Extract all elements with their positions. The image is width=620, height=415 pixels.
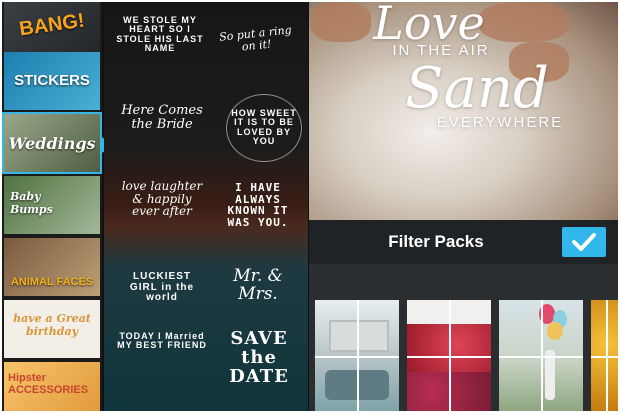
overlay-item[interactable]: TODAY I Married MY BEST FRIEND: [116, 331, 208, 351]
photo-preview: Love IN THE AIR Sand EVERYWHERE: [309, 2, 618, 220]
overlay-item[interactable]: SAVE the DATE: [226, 329, 292, 387]
app-frame: BANG! STICKERS Weddings Baby Bumps ANIMA…: [2, 2, 618, 411]
grid-overlay-icon: [499, 300, 583, 411]
filter-thumb-balloons[interactable]: [499, 300, 583, 411]
overlay-item[interactable]: Mr. & Mrs.: [220, 267, 296, 304]
category-stickers[interactable]: STICKERS: [4, 52, 100, 110]
category-label: Weddings: [8, 134, 96, 153]
filter-thumbnail-strip: [309, 264, 618, 411]
confirm-button[interactable]: [562, 227, 606, 257]
overlay-item[interactable]: Here Comes the Bride: [120, 104, 204, 131]
grid-overlay-icon: [407, 300, 491, 411]
checkmark-icon: [572, 233, 596, 251]
category-label: BANG!: [17, 9, 86, 41]
grid-overlay-icon: [591, 300, 618, 411]
filter-packs-bar: Filter Packs: [309, 220, 618, 264]
filter-thumb-raspberries[interactable]: [407, 300, 491, 411]
category-birthday[interactable]: have a Great birthday: [4, 300, 100, 358]
filter-packs-title: Filter Packs: [388, 232, 484, 251]
category-label: Hipster ACCESSORIES: [8, 372, 89, 396]
grid-overlay-icon: [315, 300, 399, 411]
overlay-item[interactable]: HOW SWEET IT IS TO BE LOVED BY YOU: [226, 94, 302, 162]
filter-thumb-sunflower[interactable]: [591, 300, 618, 411]
overlay-item[interactable]: LUCKIEST GIRL in the world: [120, 271, 204, 304]
overlay-item[interactable]: WE STOLE MY HEART SO I STOLE HIS LAST NA…: [116, 15, 204, 54]
overlay-item[interactable]: So put a ring on it!: [215, 23, 297, 55]
photo-text-everywhere[interactable]: EVERYWHERE: [425, 114, 575, 131]
category-hipster[interactable]: Hipster ACCESSORIES: [4, 362, 100, 411]
category-list[interactable]: BANG! STICKERS Weddings Baby Bumps ANIMA…: [2, 2, 102, 411]
category-animal-faces[interactable]: ANIMAL FACES: [4, 238, 100, 296]
category-baby-bumps[interactable]: Baby Bumps: [4, 176, 100, 234]
overlay-grid: WE STOLE MY HEART SO I STOLE HIS LAST NA…: [104, 2, 308, 411]
overlay-item[interactable]: I HAVE ALWAYS KNOWN IT WAS YOU.: [216, 182, 300, 228]
overlay-item[interactable]: love laughter & happily ever after: [120, 180, 204, 218]
category-label: Baby Bumps: [10, 190, 53, 216]
category-label: have a Great birthday: [13, 312, 91, 338]
category-label: ANIMAL FACES: [10, 276, 94, 288]
category-weddings[interactable]: Weddings: [2, 112, 102, 174]
filter-thumb-laptop[interactable]: [315, 300, 399, 411]
category-label: STICKERS: [14, 72, 90, 89]
photo-text-sand[interactable]: Sand: [397, 56, 557, 121]
